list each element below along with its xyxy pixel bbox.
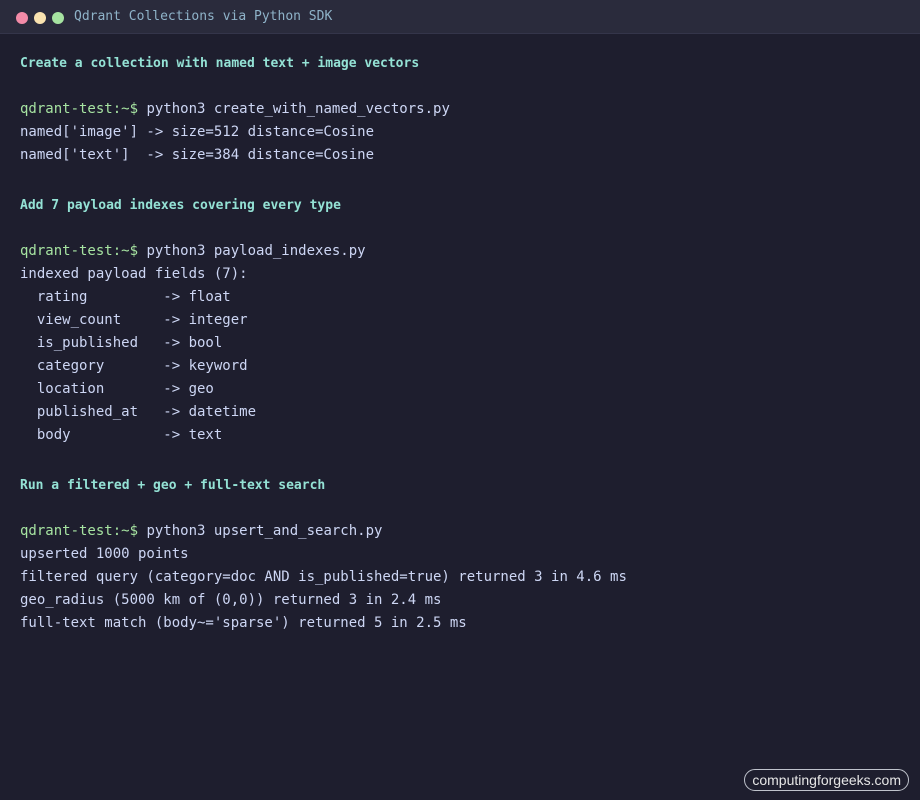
section-heading: Add 7 payload indexes covering every typ… <box>20 198 341 213</box>
output-line: upserted 1000 points <box>20 546 189 562</box>
output-line: body -> text <box>20 427 223 443</box>
terminal-output[interactable]: Create a collection with named text + im… <box>20 52 900 635</box>
section-heading: Create a collection with named text + im… <box>20 56 420 71</box>
output-line: is_published -> bool <box>20 335 223 351</box>
output-line: full-text match (body~='sparse') returne… <box>20 615 467 631</box>
output-line: rating -> float <box>20 289 231 305</box>
watermark-badge: computingforgeeks.com <box>744 769 909 791</box>
command-line: qdrant-test:~$ python3 upsert_and_search… <box>20 520 900 543</box>
shell-prompt: qdrant-test:~$ <box>20 523 139 539</box>
output-line: location -> geo <box>20 381 214 397</box>
output-line: published_at -> datetime <box>20 404 257 420</box>
minimize-window-button[interactable] <box>34 12 46 24</box>
output-line: view_count -> integer <box>20 312 248 328</box>
output-line: geo_radius (5000 km of (0,0)) returned 3… <box>20 592 442 608</box>
window-title: Qdrant Collections via Python SDK <box>74 9 333 24</box>
command-line: qdrant-test:~$ python3 create_with_named… <box>20 98 900 121</box>
shell-prompt: qdrant-test:~$ <box>20 101 139 117</box>
window-titlebar: Qdrant Collections via Python SDK <box>0 0 920 34</box>
command-text: python3 payload_indexes.py <box>138 243 366 259</box>
output-line: filtered query (category=doc AND is_publ… <box>20 569 627 585</box>
command-text: python3 create_with_named_vectors.py <box>138 101 450 117</box>
shell-prompt: qdrant-test:~$ <box>20 243 139 259</box>
maximize-window-button[interactable] <box>52 12 64 24</box>
output-line: named['image'] -> size=512 distance=Cosi… <box>20 124 375 140</box>
output-line: named['text'] -> size=384 distance=Cosin… <box>20 147 375 163</box>
close-window-button[interactable] <box>16 12 28 24</box>
command-line: qdrant-test:~$ python3 payload_indexes.p… <box>20 240 900 263</box>
section-heading: Run a filtered + geo + full-text search <box>20 478 326 493</box>
output-line: indexed payload fields (7): <box>20 266 248 282</box>
command-text: python3 upsert_and_search.py <box>138 523 383 539</box>
output-line: category -> keyword <box>20 358 248 374</box>
